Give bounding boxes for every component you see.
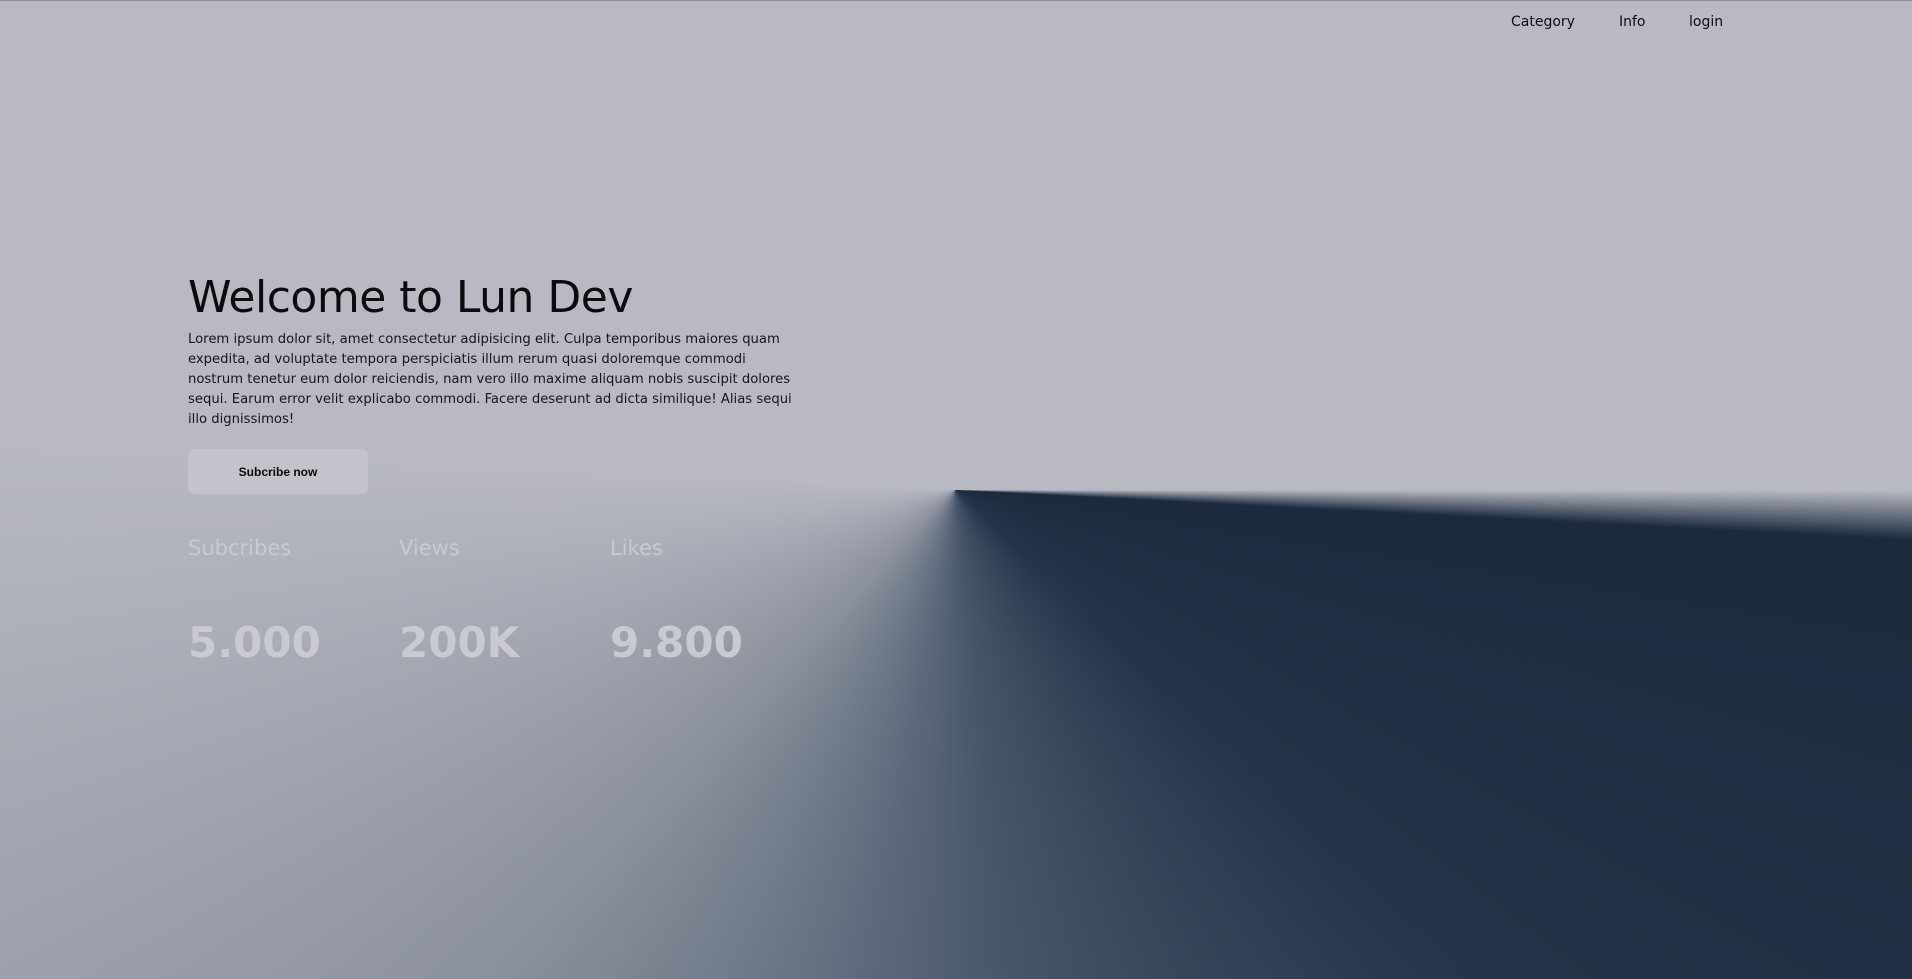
top-nav: Category Info login [1511,14,1729,30]
stat-value: 5.000 [188,618,321,667]
stat-value: 200K [399,618,520,667]
stat-likes: Likes 9.800 [610,534,821,667]
stat-label: Subcribes [188,536,292,560]
stat-views: Views 200K [399,534,610,667]
stat-value: 9.800 [610,618,743,667]
subscribe-button[interactable]: Subcribe now [188,449,368,494]
hero-title: Welcome to Lun Dev [188,272,633,323]
stat-label: Likes [610,536,663,560]
stat-label: Views [399,536,460,560]
hero-description: Lorem ipsum dolor sit, amet consectetur … [188,332,792,427]
stat-subscribes: Subcribes 5.000 [188,534,399,667]
hero-section: Welcome to Lun Dev Lorem ipsum dolor sit… [188,272,808,494]
nav-info-link[interactable]: Info [1619,14,1689,30]
top-border [0,0,1912,1]
stats-section: Subcribes 5.000 Views 200K Likes 9.800 [188,534,821,667]
nav-login-link[interactable]: login [1689,14,1729,30]
nav-category-link[interactable]: Category [1511,14,1619,30]
